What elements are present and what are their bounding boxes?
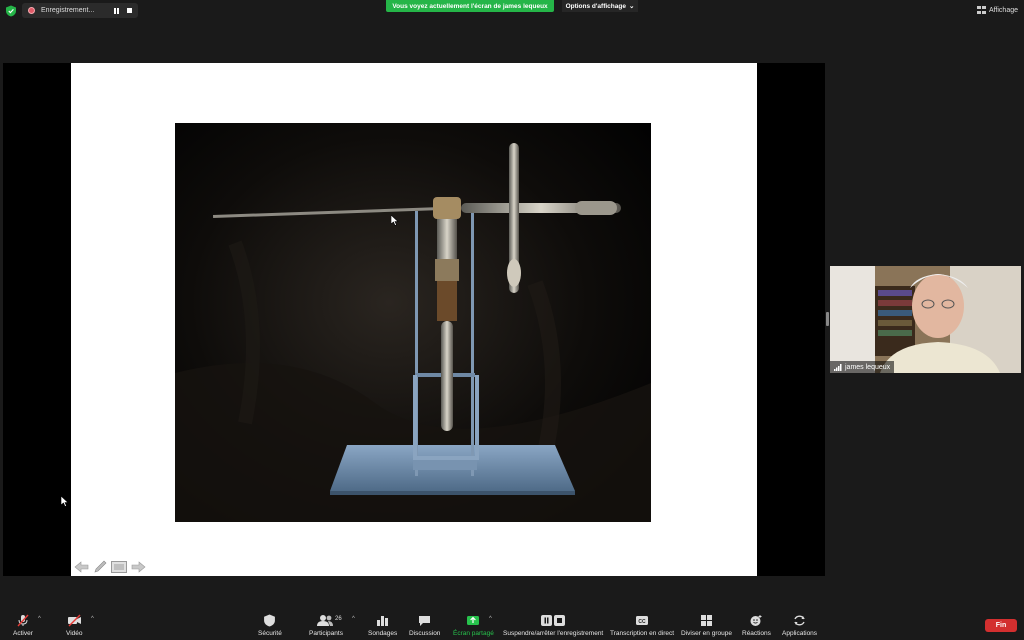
emoji-icon	[750, 615, 762, 626]
shared-screen	[3, 63, 825, 576]
next-slide-button[interactable]	[130, 560, 146, 573]
shield-icon	[264, 614, 276, 627]
video-options-caret-icon[interactable]: ^	[91, 616, 94, 622]
participant-name: james lequeux	[845, 363, 891, 371]
breakout-rooms-button[interactable]: Diviser en groupe	[681, 614, 732, 637]
menu-icon	[111, 560, 127, 573]
recording-controls-icon	[541, 615, 566, 626]
share-banner: Vous voyez actuellement l'écran de james…	[386, 0, 554, 12]
unmute-label: Activer	[13, 630, 33, 637]
share-options-caret-icon[interactable]: ^	[489, 616, 492, 622]
apps-icon	[794, 615, 805, 626]
live-transcript-label: Transcription en direct	[610, 630, 675, 637]
previous-slide-button[interactable]	[73, 560, 89, 573]
unmute-button[interactable]: Activer	[13, 614, 33, 637]
share-screen-label: Écran partagé	[453, 630, 494, 637]
breakout-rooms-label: Diviser en groupe	[681, 630, 732, 637]
video-button[interactable]: Vidéo	[66, 614, 83, 637]
breakout-rooms-icon	[700, 615, 712, 626]
grid-view-icon	[976, 6, 986, 14]
share-screen-icon	[467, 616, 480, 625]
slide-menu-button[interactable]	[111, 560, 127, 573]
apps-label: Applications	[782, 630, 818, 637]
participants-count: 26	[335, 616, 342, 622]
pen-tool-button[interactable]	[92, 560, 108, 573]
pause-recording-icon[interactable]	[114, 7, 119, 14]
meeting-toolbar: Activer ^ Vidéo ^ Sécurité Participants …	[0, 600, 1024, 640]
polls-button[interactable]: Sondages	[368, 614, 397, 637]
share-screen-button[interactable]: Écran partagé	[453, 614, 494, 637]
recording-indicator: Enregistrement...	[22, 3, 138, 18]
participants-options-caret-icon[interactable]: ^	[352, 616, 355, 622]
chat-button[interactable]: Discussion	[409, 614, 440, 637]
polls-label: Sondages	[368, 630, 398, 637]
pause-stop-recording-label: Suspendre/arrêter l'enregistrement	[503, 630, 604, 637]
presentation-slide	[71, 63, 757, 576]
security-button[interactable]: Sécurité	[258, 614, 282, 637]
recording-dot-icon	[28, 7, 35, 14]
svg-text:CC: CC	[638, 619, 646, 625]
view-options-label: Options d'affichage	[565, 2, 626, 10]
end-meeting-label: Fin	[995, 622, 1007, 629]
security-shield-icon[interactable]	[5, 5, 17, 17]
view-button[interactable]: Affichage	[976, 4, 1018, 16]
stop-recording-icon[interactable]	[127, 7, 132, 13]
live-transcript-button[interactable]: CC Transcription en direct	[610, 614, 674, 637]
reactions-label: Réactions	[742, 630, 771, 637]
view-button-label: Affichage	[988, 6, 1018, 14]
apparatus-photo	[175, 123, 651, 522]
security-label: Sécurité	[258, 630, 282, 637]
signal-strength-icon	[834, 363, 842, 371]
slide-navigation	[73, 560, 146, 573]
chat-label: Discussion	[409, 630, 441, 637]
participant-video	[830, 266, 1021, 373]
chevron-down-icon: ⌄	[628, 3, 635, 10]
participant-name-label: james lequeux	[830, 361, 895, 373]
share-banner-text: Vous voyez actuellement l'écran de james…	[392, 2, 548, 10]
mouse-cursor-icon	[61, 496, 69, 507]
camera-off-icon	[67, 614, 81, 627]
arrow-right-icon	[131, 560, 145, 573]
chat-icon	[419, 616, 431, 626]
pause-stop-recording-button[interactable]: Suspendre/arrêter l'enregistrement	[503, 614, 603, 637]
video-label: Vidéo	[66, 630, 83, 637]
view-options-button[interactable]: Options d'affichage ⌄	[562, 0, 638, 12]
participants-icon	[317, 615, 334, 626]
apps-button[interactable]: Applications	[782, 614, 817, 637]
participant-video-tile[interactable]: james lequeux	[830, 266, 1021, 373]
recording-label: Enregistrement...	[41, 7, 95, 14]
slide-photo	[175, 123, 651, 522]
closed-caption-icon: CC	[636, 616, 649, 625]
cursor-icon	[391, 215, 399, 226]
end-meeting-button[interactable]: Fin	[985, 619, 1017, 632]
arrow-left-icon	[74, 560, 88, 573]
microphone-muted-icon	[17, 614, 29, 627]
polls-icon	[377, 616, 389, 626]
participants-label: Participants	[309, 630, 343, 637]
resize-handle[interactable]	[826, 312, 829, 326]
pen-icon	[94, 560, 106, 573]
reactions-button[interactable]: Réactions	[742, 614, 771, 637]
audio-options-caret-icon[interactable]: ^	[38, 616, 41, 622]
